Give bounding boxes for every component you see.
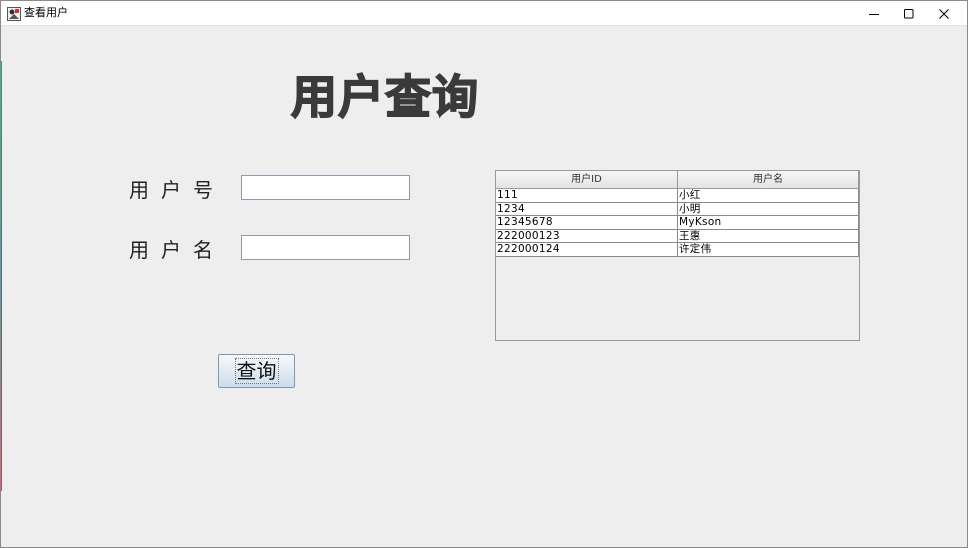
table-row[interactable]: 222000124 许定伟 — [496, 243, 859, 257]
cell-user-id: 1234 — [496, 202, 678, 217]
window-edge — [1, 61, 2, 491]
column-header-user-id[interactable]: 用户ID — [496, 171, 678, 189]
query-button-label: 查询 — [234, 358, 279, 384]
column-header-user-name[interactable]: 用户名 — [678, 171, 859, 189]
cell-user-name: MyKson — [678, 216, 859, 230]
maximize-icon — [904, 8, 914, 19]
table-row[interactable]: 1234 小明 — [496, 202, 859, 217]
title-bar[interactable]: 查看用户 — [1, 1, 967, 26]
cell-user-name: 许定伟 — [678, 243, 859, 257]
java-app-icon — [7, 6, 21, 21]
cell-user-name: 小红 — [678, 189, 859, 203]
window-title: 查看用户 — [24, 6, 68, 19]
table-row[interactable]: 111 小红 — [496, 189, 859, 203]
table-body: 111 小红 1234 小明 12345678 MyKson 222000123… — [496, 189, 859, 257]
user-name-label: 用户名 — [129, 238, 225, 262]
user-id-label: 用户号 — [129, 178, 225, 202]
cell-user-id: 111 — [496, 189, 678, 203]
cell-user-name: 小明 — [678, 202, 859, 217]
cell-user-id: 222000123 — [496, 229, 678, 244]
table-header: 用户ID 用户名 — [496, 171, 859, 189]
page-title: 用户查询 — [290, 69, 479, 125]
close-icon — [939, 8, 949, 19]
cell-user-id: 12345678 — [496, 216, 678, 230]
close-button[interactable] — [921, 1, 967, 26]
user-name-input[interactable] — [241, 235, 410, 260]
cell-user-name: 王惠 — [678, 229, 859, 244]
minimize-icon — [869, 9, 879, 19]
user-id-input[interactable] — [241, 175, 410, 200]
app-window: 查看用户 用户查询 用户号 用户名 查询 用户ID 用户名 111 小红 123… — [0, 0, 968, 548]
user-table-scrollpane[interactable]: 用户ID 用户名 111 小红 1234 小明 12345678 MyKson … — [495, 170, 860, 341]
cell-user-id: 222000124 — [496, 243, 678, 257]
table-row[interactable]: 222000123 王惠 — [496, 229, 859, 244]
query-button[interactable]: 查询 — [218, 354, 295, 388]
table-row[interactable]: 12345678 MyKson — [496, 216, 859, 230]
